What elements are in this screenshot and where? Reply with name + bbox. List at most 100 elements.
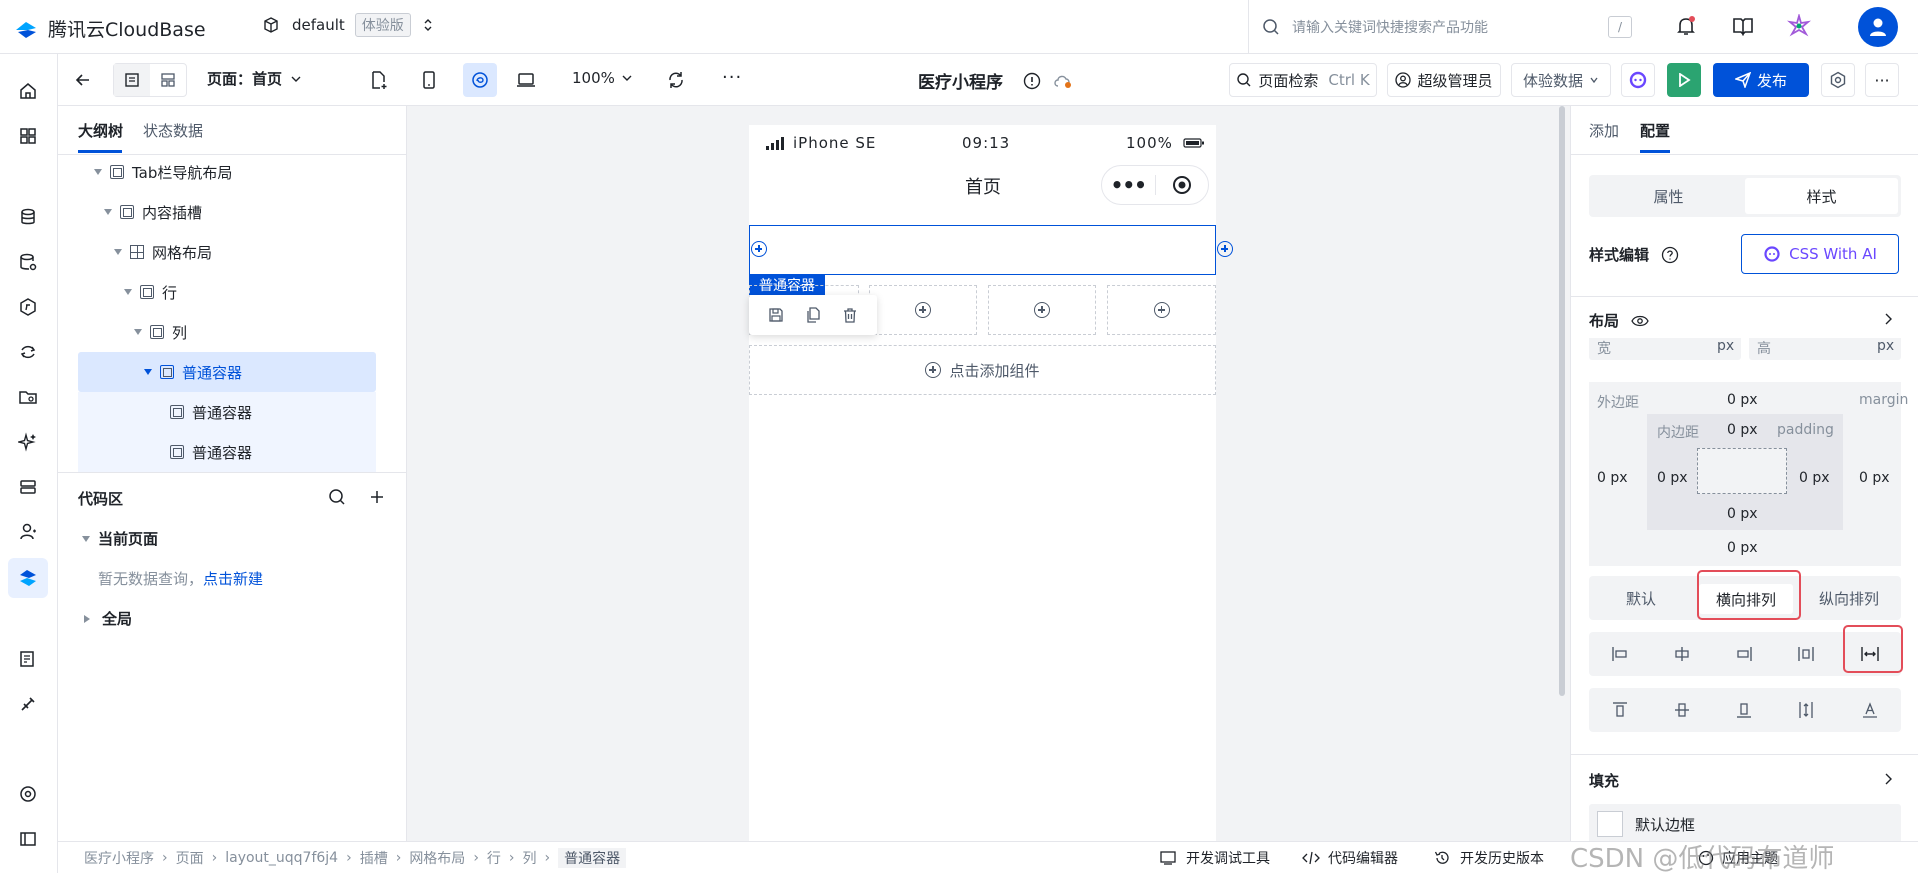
grid-cell[interactable] [1107, 285, 1216, 335]
dev-tools-button[interactable]: 开发调试工具 [1160, 848, 1270, 868]
add-icon[interactable] [368, 488, 386, 510]
tab-outline-tree[interactable]: 大纲树 [78, 120, 123, 141]
add-after-icon[interactable] [1217, 241, 1234, 257]
tree-node-content-slot[interactable]: 内容插槽 [104, 192, 202, 232]
function-icon[interactable] [17, 296, 39, 318]
border-preset[interactable]: 默认边框 [1589, 804, 1901, 841]
back-arrow-icon[interactable] [74, 71, 92, 93]
storage-icon[interactable] [17, 386, 39, 408]
lowcode-icon[interactable] [8, 558, 48, 598]
align-baseline-icon[interactable] [1841, 692, 1899, 728]
cloud-sync-icon[interactable] [1053, 73, 1073, 89]
brand[interactable]: 腾讯云CloudBase [14, 15, 206, 42]
bell-icon[interactable] [1674, 14, 1698, 42]
role-button[interactable]: 超级管理员 [1387, 63, 1501, 97]
ai-sparkle-icon[interactable] [17, 431, 39, 453]
more-icon[interactable]: ··· [722, 67, 742, 88]
tree-node-row[interactable]: 行 [124, 272, 177, 312]
miniprogram-device-icon[interactable] [463, 63, 497, 97]
create-query-link[interactable]: 点击新建 [203, 570, 263, 588]
ai-assistant-icon[interactable] [1786, 12, 1812, 42]
save-icon[interactable] [768, 307, 784, 323]
home-icon[interactable] [17, 80, 39, 102]
database-settings-icon[interactable] [17, 251, 39, 273]
tab-add[interactable]: 添加 [1589, 120, 1619, 141]
breadcrumb-item[interactable]: 行 [487, 848, 501, 868]
database-icon[interactable] [17, 206, 39, 228]
desktop-device-icon[interactable] [516, 71, 536, 93]
add-before-icon[interactable] [751, 241, 767, 257]
avatar[interactable] [1858, 7, 1898, 47]
chevron-right-icon[interactable] [1883, 772, 1893, 790]
ai-assistant-button[interactable] [1621, 63, 1655, 97]
layout-section-header[interactable]: 布局 [1589, 310, 1649, 331]
global-search[interactable]: 请输入关键词快捷搜索产品功能 / [1262, 12, 1632, 42]
layout-view-icon[interactable] [150, 64, 186, 96]
capsule-close-icon[interactable] [1155, 175, 1208, 195]
breadcrumb-item[interactable]: 医疗小程序 [84, 848, 154, 868]
page-selector[interactable]: 页面：首页 [207, 68, 302, 89]
collapse-sidebar-icon[interactable] [17, 828, 39, 850]
chevron-right-icon[interactable] [1883, 312, 1893, 330]
padding-right-value[interactable]: 0 px [1799, 470, 1830, 486]
tab-config[interactable]: 配置 [1640, 120, 1670, 141]
tree-node-container-child-2[interactable]: 普通容器 [170, 432, 252, 472]
margin-left-value[interactable]: 0 px [1597, 470, 1628, 486]
docs-icon[interactable] [1732, 15, 1754, 41]
breadcrumb-item[interactable]: 列 [523, 848, 537, 868]
justify-end-icon[interactable] [1715, 636, 1773, 672]
preview-button[interactable] [1667, 63, 1701, 97]
grid-cell[interactable] [988, 285, 1096, 335]
align-middle-icon[interactable] [1653, 692, 1711, 728]
delete-icon[interactable] [842, 307, 858, 323]
direction-vertical[interactable]: 纵向排列 [1797, 576, 1901, 620]
breadcrumb-item[interactable]: 插槽 [360, 848, 388, 868]
cloud-run-icon[interactable] [17, 341, 39, 363]
history-button[interactable]: 开发历史版本 [1434, 848, 1544, 868]
breadcrumb-item[interactable]: 网格布局 [409, 848, 465, 868]
help-icon[interactable] [1661, 246, 1679, 264]
align-top-icon[interactable] [1591, 692, 1649, 728]
outline-view-icon[interactable] [114, 64, 150, 96]
padding-left-value[interactable]: 0 px [1657, 470, 1688, 486]
global-group[interactable]: 全局 [84, 608, 132, 629]
tab-state-data[interactable]: 状态数据 [143, 120, 203, 141]
margin-right-value[interactable]: 0 px [1859, 470, 1890, 486]
justify-start-icon[interactable] [1591, 636, 1649, 672]
capsule-more-icon[interactable]: ••• [1102, 173, 1155, 197]
refresh-icon[interactable] [666, 70, 686, 94]
breadcrumb-item[interactable]: layout_uqq7f6j4 [225, 850, 338, 866]
mobile-device-icon[interactable] [422, 70, 436, 94]
align-bottom-icon[interactable] [1715, 692, 1773, 728]
tree-node-grid-layout[interactable]: 网格布局 [114, 232, 212, 272]
tree-node-container-child-1[interactable]: 普通容器 [170, 392, 252, 432]
breadcrumb-item-current[interactable]: 普通容器 [558, 848, 627, 868]
more-options-button[interactable]: ··· [1865, 63, 1899, 97]
apps-icon[interactable] [17, 125, 39, 147]
padding-bottom-value[interactable]: 0 px [1727, 506, 1758, 522]
justify-center-icon[interactable] [1653, 636, 1711, 672]
settings-cube-icon[interactable] [17, 783, 39, 805]
current-page-group[interactable]: 当前页面 [82, 528, 158, 549]
height-field[interactable]: 高 px [1749, 338, 1901, 360]
publish-button[interactable]: 发布 [1713, 63, 1809, 97]
settings-button[interactable] [1821, 63, 1855, 97]
align-stretch-icon[interactable] [1777, 692, 1835, 728]
breadcrumb-item[interactable]: 页面 [176, 848, 204, 868]
page-search-button[interactable]: 页面检索 Ctrl K [1229, 63, 1377, 97]
user-auth-icon[interactable] [17, 521, 39, 543]
data-mode-select[interactable]: 体验数据 [1511, 63, 1611, 97]
padding-top-value[interactable]: 0 px [1727, 422, 1758, 438]
add-component-area[interactable]: 点击添加组件 [749, 345, 1216, 395]
tree-node-column[interactable]: 列 [134, 312, 187, 352]
margin-top-value[interactable]: 0 px [1727, 392, 1758, 408]
zoom-selector[interactable]: 100% [572, 69, 633, 87]
search-icon[interactable] [328, 488, 346, 510]
logs-icon[interactable] [17, 648, 39, 670]
tab-properties[interactable]: 属性 [1592, 178, 1745, 214]
justify-around-icon[interactable] [1777, 636, 1835, 672]
hosting-icon[interactable] [17, 476, 39, 498]
css-with-ai-button[interactable]: CSS With AI [1741, 234, 1899, 274]
fill-section-header[interactable]: 填充 [1589, 770, 1619, 791]
margin-bottom-value[interactable]: 0 px [1727, 540, 1758, 556]
